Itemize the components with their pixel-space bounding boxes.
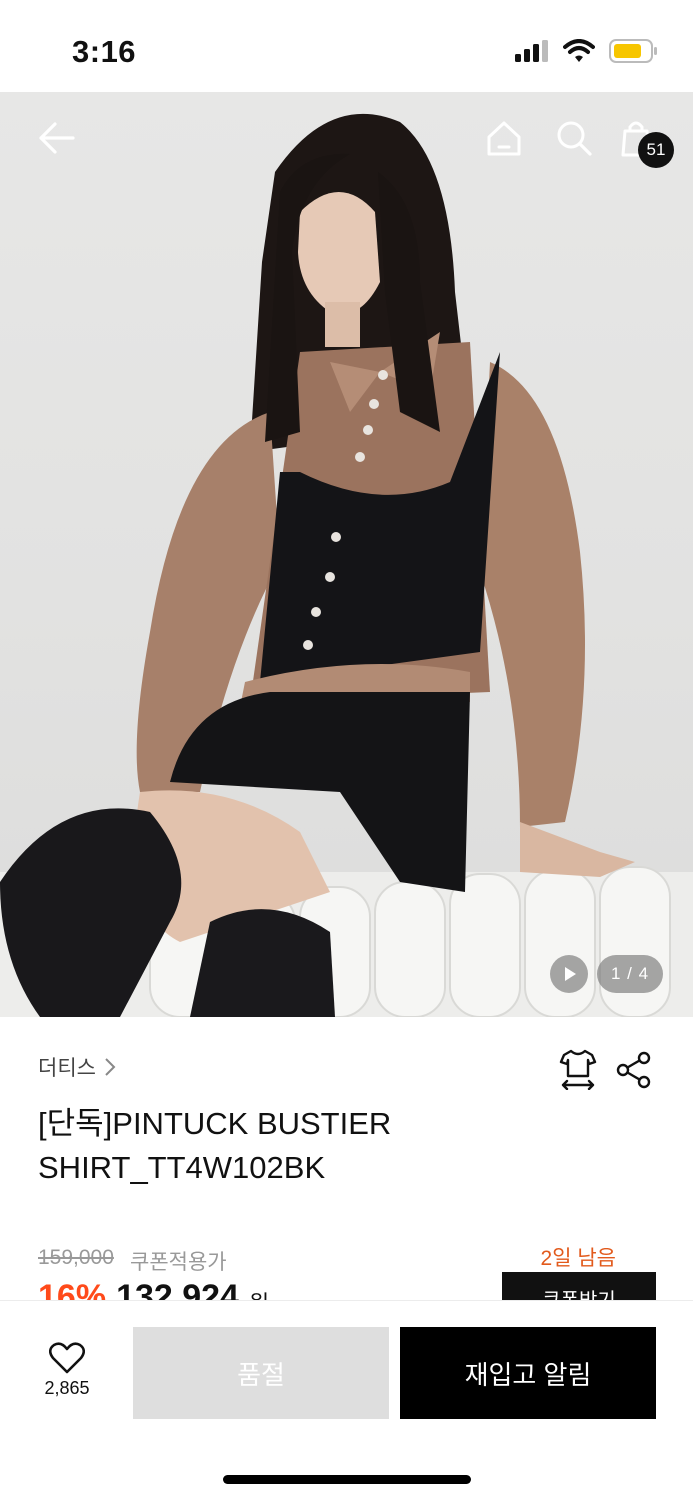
share-button[interactable] bbox=[614, 1050, 654, 1090]
currency-unit: 원 bbox=[249, 1278, 269, 1302]
product-image[interactable] bbox=[0, 92, 693, 1017]
brand-name: 더티스 bbox=[38, 1057, 96, 1080]
status-bar: 3:16 bbox=[0, 0, 693, 92]
restock-alert-button[interactable]: 재입고 알림 bbox=[400, 1327, 656, 1419]
search-icon bbox=[557, 121, 592, 156]
size-guide-button[interactable] bbox=[558, 1048, 598, 1091]
battery-icon bbox=[609, 39, 657, 63]
home-indicator bbox=[223, 1475, 471, 1484]
like-count: 2,865 bbox=[44, 1378, 90, 1398]
original-price: 159,000 bbox=[38, 1246, 114, 1269]
search-button[interactable] bbox=[552, 116, 596, 160]
status-time: 3:16 bbox=[72, 34, 137, 69]
like-button[interactable]: 2,865 bbox=[36, 1342, 98, 1399]
share-icon bbox=[616, 1051, 651, 1089]
discount-rate: 16% bbox=[38, 1278, 107, 1302]
chevron-right-icon bbox=[105, 1058, 116, 1076]
play-icon bbox=[565, 967, 576, 981]
coupon-price-label: 쿠폰적용가 bbox=[130, 1251, 227, 1274]
sale-price: 132,924 bbox=[116, 1278, 239, 1302]
sale-price-row: 16% 132,924 원 bbox=[38, 1278, 269, 1302]
top-navigation bbox=[0, 92, 693, 188]
product-title: [단독]PINTUCK BUSTIER SHIRT_TT4W102BK bbox=[38, 1106, 392, 1185]
product-photo bbox=[0, 113, 693, 1017]
coupon-days-left: 2일 남음 bbox=[540, 1247, 616, 1270]
back-arrow-icon bbox=[39, 122, 75, 154]
wifi-icon bbox=[563, 39, 595, 62]
image-page-indicator: 1 / 4 bbox=[597, 955, 663, 993]
shirt-size-icon bbox=[559, 1049, 597, 1091]
play-video-button[interactable] bbox=[550, 955, 588, 993]
back-button[interactable] bbox=[34, 116, 78, 160]
brand-link[interactable]: 더티스 bbox=[38, 1052, 116, 1082]
home-button[interactable] bbox=[482, 116, 526, 160]
soldout-button[interactable]: 품절 bbox=[133, 1327, 389, 1419]
heart-icon bbox=[49, 1342, 85, 1374]
get-coupon-button[interactable]: 쿠폰받기 bbox=[502, 1272, 656, 1302]
status-icons bbox=[515, 38, 659, 64]
cart-count-badge: 51 bbox=[638, 132, 674, 168]
signal-icon bbox=[515, 40, 548, 62]
home-icon bbox=[487, 121, 521, 156]
